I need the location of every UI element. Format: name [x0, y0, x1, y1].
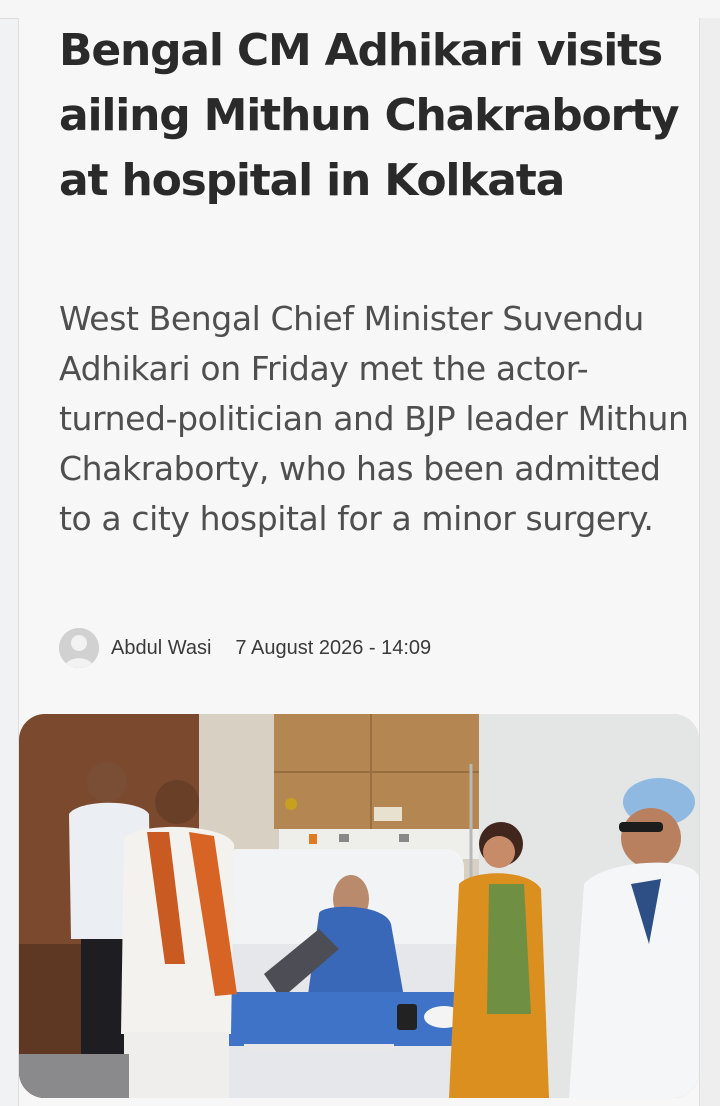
article-byline: Abdul Wasi 7 August 2026 - 14:09: [59, 626, 431, 670]
article-hero-image[interactable]: [19, 714, 699, 1098]
article-card: Bengal CM Adhikari visits ailing Mithun …: [18, 18, 700, 1106]
publish-timestamp: 7 August 2026 - 14:09: [235, 636, 432, 659]
browser-top-bar: [0, 0, 720, 19]
article-summary: West Bengal Chief Minister Suvendu Adhik…: [59, 299, 689, 538]
author-avatar-icon[interactable]: [59, 628, 99, 668]
page: Bengal CM Adhikari visits ailing Mithun …: [0, 0, 720, 1106]
author-name[interactable]: Abdul Wasi: [111, 637, 211, 660]
page-edge: [699, 18, 720, 1106]
article-headline[interactable]: Bengal CM Adhikari visits ailing Mithun …: [59, 18, 680, 213]
hospital-visit-photo: [19, 714, 699, 1098]
user-avatar-placeholder-icon: [59, 628, 99, 668]
